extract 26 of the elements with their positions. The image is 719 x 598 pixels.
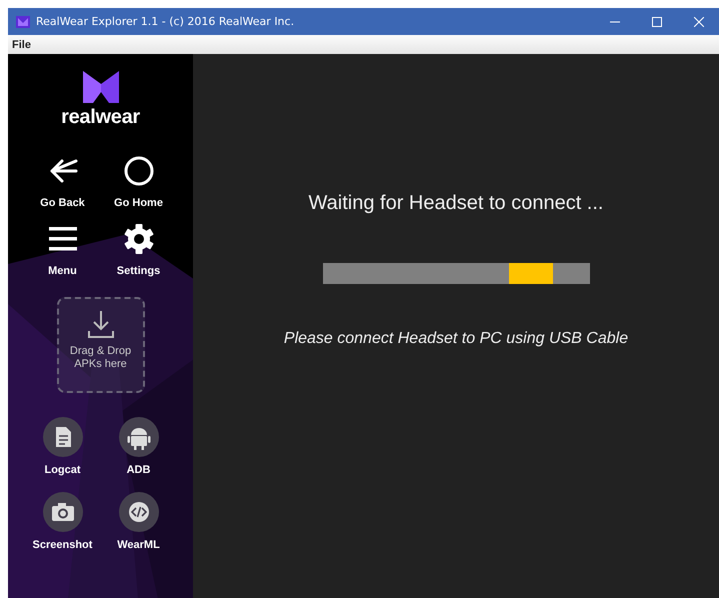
tool-button[interactable]: Screenshot <box>24 492 100 551</box>
nav-button[interactable]: Menu <box>24 223 100 277</box>
connect-hint: Please connect Headset to PC using USB Cable <box>284 330 628 348</box>
code-icon <box>118 492 158 532</box>
download-icon <box>86 309 116 339</box>
nav-button[interactable]: Go Home <box>100 155 176 209</box>
tool-button[interactable]: WearML <box>100 492 176 551</box>
tool-button[interactable]: Logcat <box>24 417 100 476</box>
home-circle-icon <box>122 155 154 187</box>
menu-item[interactable]: File <box>12 38 31 50</box>
android-icon <box>118 417 158 457</box>
close-icon <box>694 16 704 26</box>
status-heading: Waiting for Headset to connect ... <box>308 192 604 215</box>
nav-button[interactable]: Settings <box>100 223 176 277</box>
window-title: RealWear Explorer 1.1 - (c) 2016 RealWear Inc. <box>36 15 294 28</box>
maximize-icon <box>652 16 662 26</box>
camera-icon <box>42 492 82 532</box>
drop-label: Drag & Drop APKs here <box>68 345 132 371</box>
nav-button[interactable]: Go Back <box>24 155 100 209</box>
document-icon <box>42 417 82 457</box>
logo-text: realwear <box>61 106 140 129</box>
tool-button[interactable]: ADB <box>100 417 176 476</box>
logo-icon <box>82 70 120 104</box>
drop-zone[interactable]: Drag & Drop APKs here <box>56 297 144 393</box>
app-icon <box>16 16 30 28</box>
settings-icon <box>122 223 154 255</box>
